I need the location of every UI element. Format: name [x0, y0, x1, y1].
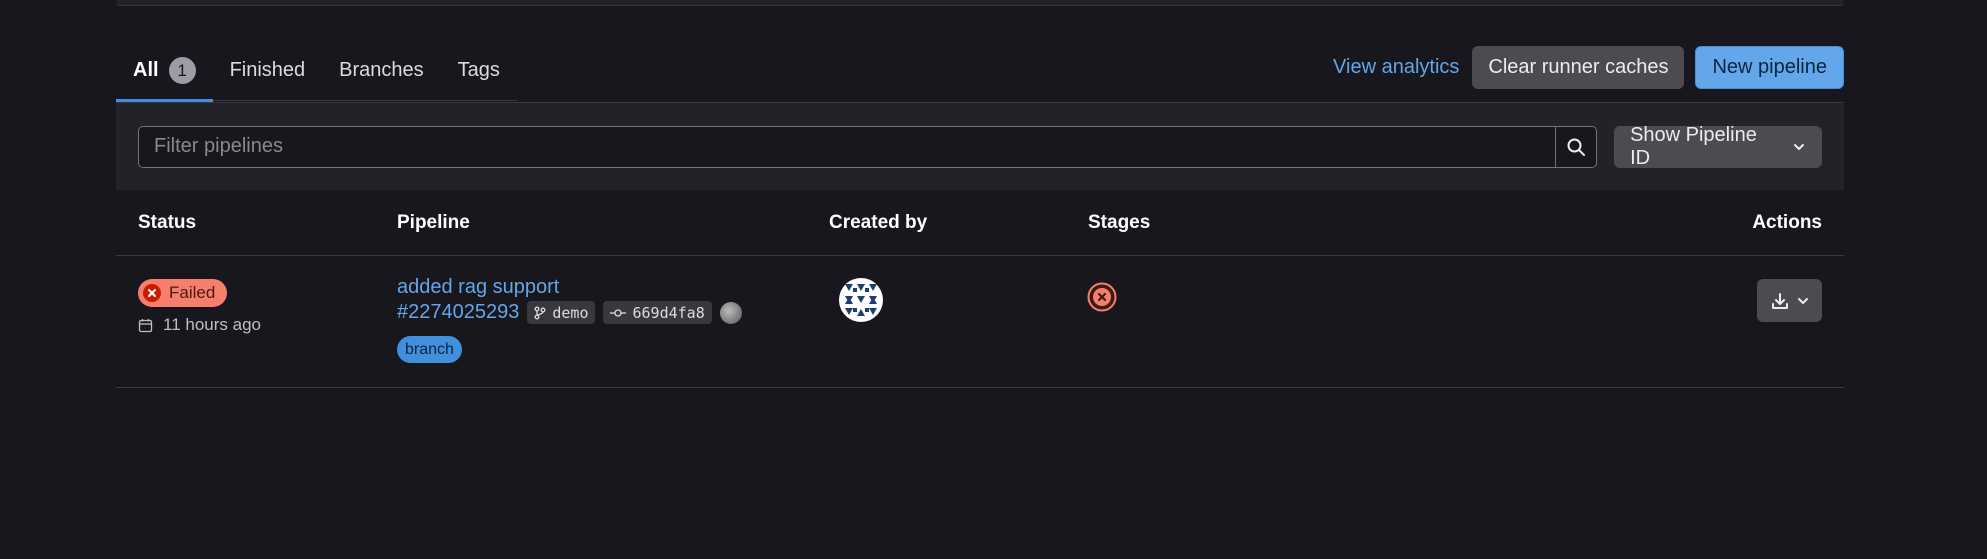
- tab-tags[interactable]: Tags: [441, 40, 517, 101]
- filter-pipelines-input[interactable]: Filter pipelines: [138, 125, 1556, 168]
- chevron-down-icon: [1797, 297, 1808, 304]
- commit-author-avatar[interactable]: [719, 301, 742, 324]
- view-analytics-link[interactable]: View analytics: [1333, 56, 1459, 79]
- download-icon: [1771, 292, 1788, 309]
- top-panel-edge: [116, 0, 1844, 6]
- download-artifacts-dropdown[interactable]: [1757, 279, 1822, 322]
- branch-name: demo: [552, 303, 589, 322]
- table-header: Status Pipeline Created by Stages Action…: [116, 190, 1844, 256]
- show-pipeline-id-dropdown[interactable]: Show Pipeline ID: [1614, 123, 1823, 169]
- pipeline-id-link[interactable]: #2274025293: [397, 301, 519, 324]
- tab-tags-label: Tags: [457, 59, 500, 81]
- show-pipeline-id-label: Show Pipeline ID: [1630, 123, 1757, 169]
- tab-finished-label: Finished: [229, 59, 306, 81]
- tab-finished[interactable]: Finished: [213, 40, 323, 101]
- column-stages: Stages: [1088, 212, 1151, 233]
- pipeline-meta: #2274025293 demo 669d4fa8: [397, 301, 742, 324]
- tab-branches[interactable]: Branches: [322, 40, 441, 101]
- commit-sha-text: 669d4fa8: [632, 303, 705, 322]
- filter-bar: Filter pipelines Show Pipeline ID: [116, 103, 1844, 190]
- tab-all[interactable]: All 1: [116, 40, 213, 102]
- creator-avatar[interactable]: [839, 278, 883, 322]
- status-badge[interactable]: Failed: [138, 279, 228, 307]
- tab-all-label: All: [133, 59, 159, 81]
- calendar-icon: [138, 318, 153, 332]
- filter-placeholder: Filter pipelines: [154, 135, 283, 157]
- tab-all-count-badge: 1: [168, 57, 196, 84]
- failed-stage-icon: [1087, 282, 1117, 312]
- tabs-row: All 1 Finished Branches Tags View analyt…: [116, 40, 1844, 102]
- failed-status-icon: [143, 284, 161, 302]
- identicon-avatar: [839, 278, 883, 322]
- stage-failed-icon[interactable]: [1087, 282, 1117, 317]
- branch-icon: [534, 306, 546, 319]
- branch-ref[interactable]: demo: [527, 301, 596, 324]
- tab-branches-label: Branches: [339, 59, 424, 81]
- branch-badge: branch: [397, 336, 462, 363]
- clear-runner-caches-button[interactable]: Clear runner caches: [1472, 46, 1685, 89]
- time-ago: 11 hours ago: [163, 315, 261, 334]
- status-label: Failed: [169, 283, 216, 302]
- chevron-down-icon: [1794, 143, 1805, 150]
- new-pipeline-button[interactable]: New pipeline: [1695, 46, 1844, 89]
- search-icon: [1567, 138, 1586, 156]
- table-row: Failed 11 hours ago added rag support #2…: [116, 256, 1844, 388]
- commit-icon: [610, 308, 627, 317]
- pipeline-title-link[interactable]: added rag support: [397, 276, 559, 299]
- header-actions: View analytics Clear runner caches New p…: [1333, 46, 1844, 89]
- search-button[interactable]: [1555, 125, 1598, 168]
- column-created-by: Created by: [829, 212, 928, 233]
- pipeline-tabs: All 1 Finished Branches Tags: [116, 40, 517, 102]
- finished-time: 11 hours ago: [138, 315, 261, 335]
- column-status: Status: [138, 212, 197, 233]
- commit-sha[interactable]: 669d4fa8: [603, 301, 712, 324]
- column-pipeline: Pipeline: [397, 212, 470, 233]
- pipelines-page: All 1 Finished Branches Tags View analyt…: [116, 40, 1844, 388]
- column-actions: Actions: [1752, 212, 1822, 233]
